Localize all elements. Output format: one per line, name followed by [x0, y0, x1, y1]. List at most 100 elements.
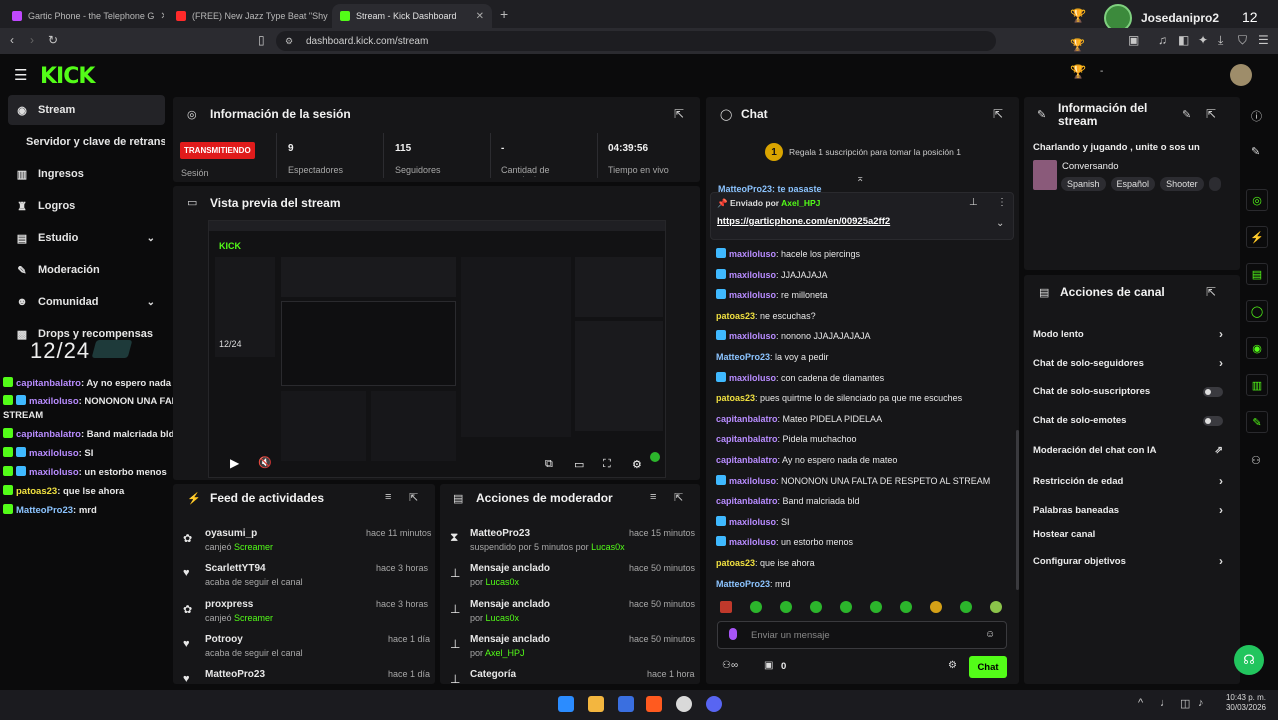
broadcast-icon[interactable]: ◉ — [1246, 337, 1268, 359]
emote-icon[interactable] — [930, 601, 942, 613]
more-options-icon[interactable]: ⋮ — [997, 197, 1007, 208]
chat-username[interactable]: maxiloluso — [729, 517, 776, 527]
address-bar[interactable]: dashboard.kick.com/stream — [276, 31, 996, 51]
emote-icon[interactable] — [990, 601, 1002, 613]
sidebar-item-estudio[interactable]: ▤ Estudio ⌄ — [8, 223, 165, 253]
edit-pencil-icon[interactable]: ✎ — [1251, 145, 1260, 158]
age-restriction-row[interactable]: Restricción de edad › — [1033, 474, 1223, 488]
chat-username[interactable]: maxiloluso — [729, 290, 776, 300]
bookmark-icon[interactable]: ▯ — [258, 33, 265, 47]
chat-scrollbar[interactable] — [1016, 430, 1019, 590]
users-icon[interactable]: ⚇∞ — [722, 660, 738, 671]
chat-settings-icon[interactable]: ⚙ — [948, 660, 957, 671]
chevron-down-icon[interactable]: ⌄ — [996, 218, 1004, 229]
chat-username[interactable]: capitanbalatro — [716, 434, 778, 444]
subs-only-row[interactable]: Chat de solo-suscriptores — [1033, 386, 1223, 397]
chat-send-button[interactable]: Chat — [969, 656, 1007, 678]
theater-icon[interactable]: ▭ — [574, 458, 584, 471]
filter-icon[interactable]: ≡ — [385, 491, 391, 503]
filter-icon[interactable]: ≡ — [650, 491, 656, 503]
sidebar-icon[interactable]: ◧ — [1178, 33, 1189, 47]
network-icon[interactable]: ◫ — [1180, 697, 1190, 710]
tag-chip[interactable]: Español — [1110, 177, 1156, 191]
new-tab-icon[interactable]: + — [500, 6, 508, 22]
focus-icon[interactable]: ◎ — [1246, 189, 1268, 211]
sidebar-item-comunidad[interactable]: ☻ Comunidad ⌄ — [8, 287, 165, 317]
browser-tab-gartic[interactable]: Gartic Phone - the Telephone G ✕ — [4, 4, 164, 28]
tag-chip[interactable]: Spanish — [1061, 177, 1106, 191]
chat-username[interactable]: maxiloluso — [729, 373, 776, 383]
emote-icon[interactable] — [720, 601, 732, 613]
goals-row[interactable]: Configurar objetivos › — [1033, 554, 1223, 568]
tag-chip[interactable]: Shooter — [1160, 177, 1204, 191]
stream-video[interactable]: KICK 12/24 — [208, 220, 666, 478]
emote-icon[interactable] — [750, 601, 762, 613]
emotes-only-row[interactable]: Chat de solo-emotes — [1033, 415, 1223, 426]
emoji-icon[interactable]: ☺ — [985, 629, 995, 640]
emotes-only-toggle[interactable] — [1203, 415, 1223, 426]
wrench-icon[interactable]: ✎ — [1246, 411, 1268, 433]
emote-icon[interactable] — [810, 601, 822, 613]
menu-icon[interactable]: ☰ — [1258, 33, 1269, 47]
extension-icon[interactable]: ▣ — [1128, 33, 1139, 47]
followers-only-row[interactable]: Chat de solo-seguidores › — [1033, 356, 1223, 370]
browser-tab-kick[interactable]: Stream - Kick Dashboard ✕ — [332, 4, 492, 28]
gift-banner-text[interactable]: Regala 1 suscripción para tomar la posic… — [789, 147, 961, 157]
emote-icon[interactable] — [870, 601, 882, 613]
popout-icon[interactable]: ⇱ — [674, 107, 684, 121]
info-icon[interactable]: ⓘ — [1251, 108, 1262, 124]
chat-username[interactable]: patoas23 — [716, 393, 755, 403]
popout-icon[interactable]: ⇱ — [993, 107, 1003, 121]
settings-gear-icon[interactable]: ⚙ — [632, 458, 642, 471]
volume-icon[interactable]: ♪ — [1198, 697, 1204, 709]
back-icon[interactable]: ‹ — [10, 33, 14, 47]
popout-icon[interactable]: ⇱ — [1206, 285, 1216, 299]
users-icon[interactable]: ⚇ — [1251, 454, 1261, 467]
chat-username[interactable]: MatteoPro23 — [716, 579, 770, 589]
banned-words-row[interactable]: Palabras baneadas › — [1033, 503, 1223, 517]
emote-icon[interactable] — [780, 601, 792, 613]
slow-mode-row[interactable]: Modo lento › — [1033, 327, 1223, 341]
feed-user[interactable]: oyasumi_p — [205, 528, 257, 539]
sidebar-item-stream[interactable]: ◉ Stream — [8, 95, 165, 125]
emote-icon[interactable] — [900, 601, 912, 613]
clipboard-icon[interactable]: ▤ — [1246, 263, 1268, 285]
tag-chip[interactable] — [1208, 177, 1221, 191]
sidebar-item-moderacion[interactable]: ✎ Moderación — [8, 255, 165, 285]
chat-username[interactable]: maxiloluso — [729, 331, 776, 341]
microphone-icon[interactable] — [729, 628, 737, 640]
emote-icon[interactable] — [840, 601, 852, 613]
support-button[interactable]: ☊ — [1234, 645, 1264, 675]
forward-icon[interactable]: › — [30, 33, 34, 47]
tray-chevron-icon[interactable]: ^ — [1138, 697, 1143, 709]
chat-username[interactable]: capitanbalatro — [716, 496, 778, 506]
emote-icon[interactable] — [960, 601, 972, 613]
site-info-icon[interactable]: ⚙ — [285, 36, 293, 47]
unpin-icon[interactable]: ⊥ — [969, 197, 978, 208]
user-avatar[interactable] — [1230, 64, 1252, 86]
discord-icon[interactable] — [706, 696, 722, 712]
mic-icon[interactable]: ♩ — [1160, 697, 1171, 709]
fullscreen-icon[interactable]: ⛶ — [603, 458, 611, 471]
kick-logo[interactable]: KICK — [40, 64, 95, 89]
message-icon[interactable]: ◯ — [1246, 300, 1268, 322]
clock[interactable]: 10:43 p. m. 30/03/2026 — [1222, 693, 1266, 713]
chat-username[interactable]: capitanbalatro — [716, 414, 778, 424]
pip-icon[interactable]: ⧉ — [545, 458, 553, 471]
chat-username[interactable]: capitanbalatro — [716, 455, 778, 465]
play-icon[interactable]: ▶ — [230, 456, 239, 470]
browser-tab-youtube[interactable]: (FREE) New Jazz Type Beat "Shy2 — [168, 4, 328, 28]
sidebar-item-logros[interactable]: ♜ Logros — [8, 191, 165, 221]
host-channel-row[interactable]: Hostear canal — [1033, 529, 1223, 540]
edit-pencil-icon[interactable]: ✎ — [1182, 108, 1191, 121]
sidebar-item-server-key[interactable]: Servidor y clave de retransmisión — [8, 127, 165, 157]
brave-browser-icon[interactable] — [646, 696, 662, 712]
popout-icon[interactable]: ⇱ — [674, 491, 683, 504]
sidebar-item-ingresos[interactable]: ▥ Ingresos — [8, 159, 165, 189]
feed-user[interactable]: proxpress — [205, 599, 253, 610]
hamburger-menu-icon[interactable]: ☰ — [14, 66, 27, 84]
reload-icon[interactable]: ↻ — [48, 33, 58, 47]
extensions-puzzle-icon[interactable]: ✦ — [1198, 33, 1208, 47]
ai-moderation-row[interactable]: Moderación del chat con IA ⇗ — [1033, 445, 1223, 456]
server-icon[interactable]: ▥ — [1246, 374, 1268, 396]
